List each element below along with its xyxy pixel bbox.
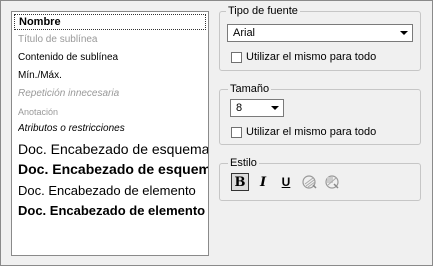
style-list[interactable]: Nombre Título de sublínea Contenido de s… [11,11,209,256]
text-color-button[interactable] [301,173,319,191]
list-item[interactable]: Anotación [18,105,208,119]
font-type-select[interactable]: Arial [227,24,413,42]
text-color-icon [302,175,317,189]
bold-label: B [234,174,246,190]
font-type-title: Tipo de fuente [226,5,300,17]
chevron-down-icon [400,31,408,35]
list-item[interactable]: Nombre [14,14,206,30]
list-item[interactable]: Contenido de sublínea [18,51,208,65]
list-item[interactable]: Doc. Encabezado de esquema [18,160,208,178]
list-item[interactable]: Doc. Encabezado de elemento [18,182,208,199]
size-same-for-all-checkbox[interactable] [231,126,242,138]
font-same-for-all-checkbox[interactable] [231,51,242,63]
list-item[interactable]: Doc. Encabezado de esquema [18,140,208,158]
list-item[interactable]: Repetición innecesaria [18,87,208,101]
bold-button[interactable]: B [231,173,249,191]
size-title: Tamaño [228,83,272,95]
chevron-down-icon [271,106,279,110]
style-toolbar: B I U [231,173,351,191]
italic-label: I [259,174,267,190]
list-item[interactable]: Título de sublínea [18,33,208,47]
list-item[interactable]: Mín./Máx. [18,69,208,83]
underline-label: U [281,175,291,189]
size-value: 8 [236,102,243,114]
italic-button[interactable]: I [254,173,272,191]
list-item[interactable]: Atributos o restricciones [18,122,208,136]
background-color-icon [325,175,339,189]
size-same-for-all[interactable]: Utilizar el mismo para todo [231,126,376,138]
list-item[interactable]: Doc. Encabezado de elemento [18,202,208,219]
font-same-for-all-label: Utilizar el mismo para todo [246,51,377,63]
size-same-for-all-label: Utilizar el mismo para todo [246,126,377,138]
size-select[interactable]: 8 [230,99,284,117]
font-same-for-all[interactable]: Utilizar el mismo para todo [231,51,376,63]
style-title: Estilo [228,157,259,169]
style-settings-panel: Nombre Título de sublínea Contenido de s… [0,0,433,266]
font-type-value: Arial [233,27,256,39]
background-color-button[interactable] [323,173,341,191]
underline-button[interactable]: U [277,173,295,191]
